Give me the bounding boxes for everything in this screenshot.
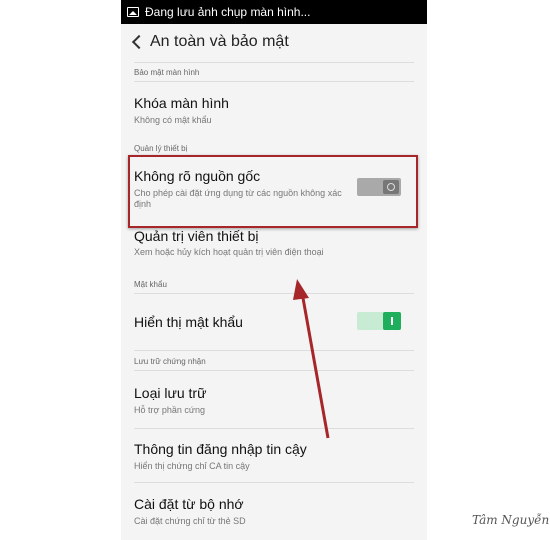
arrow-shaft bbox=[301, 297, 330, 439]
arrow-head bbox=[293, 279, 309, 300]
annotation-arrow bbox=[293, 279, 330, 439]
watermark-signature: Tâm Nguyễn bbox=[472, 513, 550, 527]
